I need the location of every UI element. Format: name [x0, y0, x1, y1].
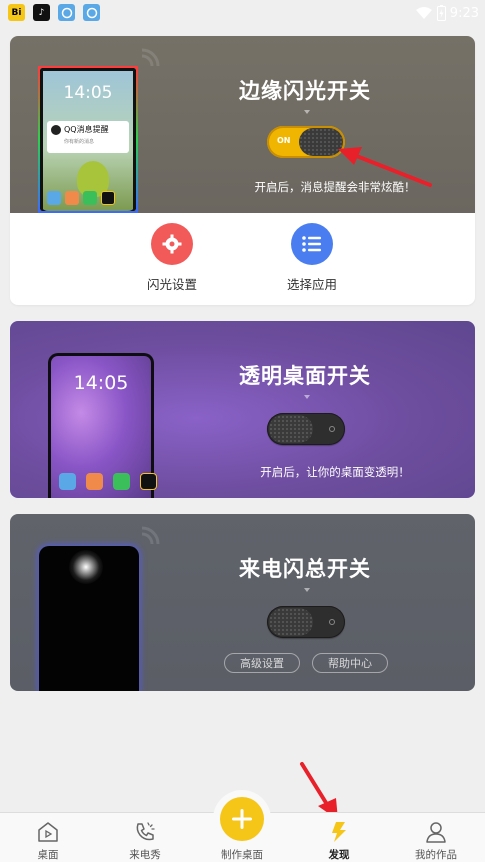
- call-flash-card: 来电闪总开关 高级设置 帮助中心: [10, 514, 475, 691]
- phone-app-icon: [83, 191, 97, 205]
- qq-browser-icon: [58, 4, 75, 21]
- tab-discover[interactable]: 发现: [299, 813, 379, 862]
- qq-browser-icon-2: [83, 4, 100, 21]
- tab-discover-label: 发现: [328, 849, 350, 861]
- transparent-desktop-switch[interactable]: [267, 413, 345, 445]
- contacts-app-icon: [86, 473, 103, 490]
- tab-desktop-label: 桌面: [37, 849, 59, 861]
- call-flash-phone-preview: [39, 546, 139, 691]
- edge-flash-card: 14:05 QQ消息提醒 你有新的消息 边缘闪光开关 ON 开启后，消息提醒会非…: [10, 36, 475, 305]
- contacts-app-icon: [65, 191, 79, 205]
- caret-icon: [304, 395, 310, 399]
- signal-deco-icon: [141, 48, 160, 67]
- preview-time: 14:05: [63, 83, 113, 103]
- qq-penguin-icon: [51, 125, 61, 135]
- tab-call-show[interactable]: 来电秀: [105, 813, 185, 862]
- phone-app-icon: [113, 473, 130, 490]
- edge-flash-phone-preview: 14:05 QQ消息提醒 你有新的消息: [38, 66, 138, 213]
- switch-off-indicator: [329, 619, 335, 625]
- tab-desktop[interactable]: 桌面: [8, 813, 88, 862]
- tab-my-works-label: 我的作品: [415, 849, 457, 861]
- flash-settings-button[interactable]: 闪光设置: [132, 223, 212, 293]
- make-desktop-button[interactable]: [213, 790, 271, 848]
- list-icon: [291, 223, 333, 265]
- preview-notification: QQ消息提醒 你有新的消息: [47, 121, 129, 153]
- switch-on-label: ON: [277, 136, 291, 145]
- plus-icon: [220, 797, 264, 841]
- signal-deco-icon: [141, 526, 160, 545]
- message-app-icon: [47, 191, 61, 205]
- desktop-icon: [38, 822, 58, 842]
- bi-app-icon: [140, 473, 157, 490]
- notification-body: 你有新的消息: [64, 139, 95, 145]
- choose-apps-label: 选择应用: [286, 277, 337, 292]
- edge-flash-banner: 14:05 QQ消息提醒 你有新的消息 边缘闪光开关 ON 开启后，消息提醒会非…: [10, 36, 475, 213]
- flash-settings-label: 闪光设置: [146, 277, 197, 292]
- tiktok-icon: ♪: [33, 4, 50, 21]
- transparent-desktop-phone-preview: 14:05: [48, 353, 157, 498]
- tab-my-works[interactable]: 我的作品: [396, 813, 476, 862]
- gear-icon: [151, 223, 193, 265]
- switch-knob: [269, 608, 313, 636]
- system-status: 9:23: [415, 3, 479, 23]
- switch-off-indicator: [329, 426, 335, 432]
- transparent-desktop-description: 开启后，让你的桌面变透明！: [260, 465, 410, 479]
- bi-app-icon: [101, 191, 115, 205]
- caret-icon: [304, 110, 310, 114]
- caret-icon: [304, 588, 310, 592]
- person-icon: [426, 822, 446, 843]
- tab-make-desktop-label: 制作桌面: [221, 849, 263, 861]
- lightning-icon: [332, 822, 346, 842]
- preview-time: 14:05: [73, 372, 129, 394]
- preview-dock: [59, 473, 157, 490]
- preview-dock: [47, 191, 115, 205]
- call-flash-switch[interactable]: [267, 606, 345, 638]
- switch-knob: [269, 415, 313, 443]
- status-bar: Bi ♪ 9:23: [0, 0, 485, 26]
- edge-flash-title: 边缘闪光开关: [239, 79, 371, 103]
- bi-app-icon: Bi: [8, 4, 25, 21]
- message-app-icon: [59, 473, 76, 490]
- call-flash-title: 来电闪总开关: [239, 557, 371, 581]
- battery-charging-icon: [436, 5, 446, 21]
- notification-title: QQ消息提醒: [64, 125, 109, 134]
- pointer-arrow-icon: [338, 147, 432, 187]
- transparent-desktop-title: 透明桌面开关: [239, 364, 371, 388]
- choose-apps-button[interactable]: 选择应用: [272, 223, 352, 293]
- clock: 9:23: [449, 5, 479, 21]
- advanced-settings-button[interactable]: 高级设置: [224, 653, 300, 673]
- wifi-icon: [415, 7, 432, 19]
- help-center-button[interactable]: 帮助中心: [312, 653, 388, 673]
- tab-call-show-label: 来电秀: [129, 849, 161, 861]
- transparent-desktop-card: 14:05 透明桌面开关 开启后，让你的桌面变透明！: [10, 321, 475, 498]
- flashlight-glow: [69, 550, 103, 584]
- phone-icon: [136, 822, 155, 841]
